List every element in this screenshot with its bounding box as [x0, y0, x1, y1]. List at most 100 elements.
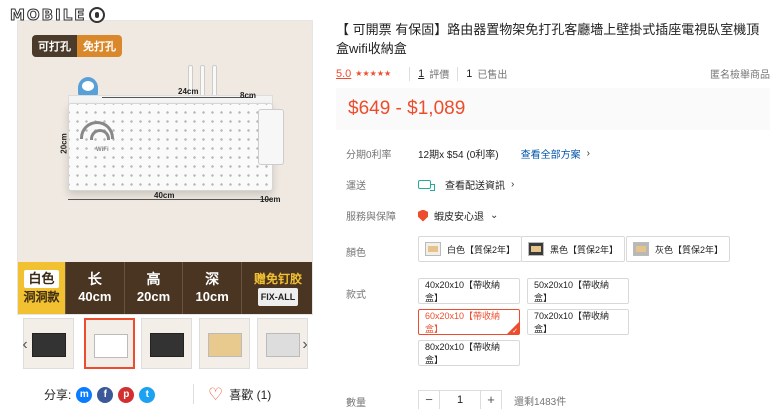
- shipping-value[interactable]: 查看配送資訊 ›: [418, 177, 514, 192]
- spec-value: 20cm: [136, 289, 171, 304]
- thumbnail-strip: ‹ ›: [17, 318, 313, 372]
- thumbnail-image: [266, 333, 300, 357]
- spec-label: 长: [87, 271, 102, 287]
- like-label: 喜歡 (1): [229, 388, 272, 402]
- product-meta: 5.0 ★★★★★ 1 評價 1 已售出 匿名檢舉商品: [336, 66, 770, 81]
- dim-side: 20cm: [59, 133, 69, 154]
- style-option-50[interactable]: 50x20x10【帶收納盒】: [527, 278, 629, 304]
- divider: [193, 384, 194, 404]
- wifi-label: WiFi: [96, 147, 109, 153]
- sold-count: 1: [466, 67, 473, 80]
- spec-gift: 赠免钉胶 FIX-ALL: [242, 262, 312, 314]
- swatch-thumbnail: [528, 242, 544, 256]
- quantity-stepper: − 1 + 還剩1483件: [418, 390, 566, 409]
- style-option-70[interactable]: 70x20x10【帶收納盒】: [527, 309, 629, 335]
- stock-remaining: 還剩1483件: [514, 396, 567, 408]
- option-label: 黑色【質保2年】: [550, 244, 619, 255]
- pinterest-icon[interactable]: p: [118, 386, 135, 403]
- quantity-decrease-button[interactable]: −: [418, 390, 440, 409]
- color-option-black[interactable]: 黑色【質保2年】: [521, 236, 626, 262]
- color-option-gray[interactable]: 灰色【質保2年】: [626, 236, 731, 262]
- swatch-thumbnail: [425, 242, 441, 256]
- dimension-line: [102, 97, 252, 98]
- spec-value: 10cm: [195, 289, 229, 304]
- installment-value: 12期x $54 (0利率) 查看全部方案 ›: [418, 146, 590, 161]
- dim-top: 24cm: [178, 87, 199, 96]
- shipping-info-link[interactable]: 查看配送資訊: [445, 177, 505, 192]
- thumbnail-image: [150, 333, 184, 357]
- spec-color: 白色 洞洞款: [18, 262, 66, 314]
- guarantee-label: 服務與保障: [346, 212, 396, 223]
- spec-value: 40cm: [78, 289, 112, 304]
- thumbnail-image: [32, 333, 66, 357]
- quantity-increase-button[interactable]: +: [480, 390, 502, 409]
- thumbnail[interactable]: [199, 318, 250, 369]
- chevron-right-icon: ›: [511, 179, 515, 190]
- chevron-right-icon: ›: [586, 148, 590, 159]
- shelf-cup: [258, 109, 284, 165]
- thumbnail[interactable]: [141, 318, 192, 369]
- spec-label: 赠免钉胶: [254, 272, 303, 286]
- tag-no-drill: 免打孔: [77, 35, 122, 57]
- share-row: 分享: m f p t: [44, 386, 156, 403]
- rating-value[interactable]: 5.0: [336, 68, 351, 80]
- like-button[interactable]: ♡ 喜歡 (1): [208, 386, 271, 403]
- thumbnail-selected[interactable]: [84, 318, 135, 369]
- dim-cup: 8cm: [240, 91, 257, 100]
- swatch-thumbnail: [633, 242, 649, 256]
- option-label: 灰色【質保2年】: [655, 244, 724, 255]
- spec-length: 长 40cm: [66, 262, 125, 314]
- color-option-white[interactable]: 白色【質保2年】: [418, 236, 523, 262]
- option-label: 白色【質保2年】: [447, 244, 516, 255]
- guarantee-value[interactable]: 蝦皮安心退 ⌄: [418, 208, 498, 223]
- quantity-label: 數量: [346, 398, 366, 409]
- guarantee-text: 蝦皮安心退: [434, 212, 484, 223]
- thumbnail-next-arrow-icon[interactable]: ›: [297, 335, 313, 355]
- spec-height: 高 20cm: [125, 262, 184, 314]
- truck-icon: [418, 180, 435, 191]
- mounting-tag: 可打孔 免打孔: [32, 35, 122, 57]
- dim-depth: 10cm: [260, 195, 281, 204]
- thumbnail-prev-arrow-icon[interactable]: ‹: [17, 335, 33, 355]
- installment-plans-link[interactable]: 查看全部方案: [521, 146, 581, 161]
- spec-label: 深: [205, 271, 220, 287]
- option-label: 40x20x10【帶收納盒】: [425, 280, 501, 303]
- style-option-80[interactable]: 80x20x10【帶收納盒】: [418, 340, 520, 366]
- main-product-image[interactable]: 可打孔 免打孔 WiFi 24cm 8cm 20cm 40cm 10cm 白色 …: [17, 20, 313, 315]
- report-link[interactable]: 匿名檢舉商品: [710, 66, 770, 81]
- divider: [457, 66, 459, 81]
- option-label: 60x20x10【帶收納盒】: [425, 311, 501, 334]
- quantity-input[interactable]: 1: [440, 390, 480, 409]
- spec-strip: 白色 洞洞款 长 40cm 高 20cm 深 10cm 赠免钉胶 FIX-ALL: [18, 262, 312, 314]
- heart-icon: ♡: [208, 384, 224, 404]
- installment-text: 12期x $54 (0利率): [418, 150, 499, 161]
- style-option-60-selected[interactable]: 60x20x10【帶收納盒】: [418, 309, 520, 335]
- thumbnail-image: [94, 334, 128, 358]
- watermark-text: MOBILE: [10, 6, 87, 25]
- shield-icon: [418, 209, 428, 222]
- installment-label: 分期0利率: [346, 150, 392, 161]
- thumbnail-image: [208, 333, 242, 357]
- option-label: 80x20x10【帶收納盒】: [425, 342, 501, 365]
- tag-drill: 可打孔: [32, 35, 77, 57]
- shipping-label: 運送: [346, 181, 366, 192]
- reviews-count[interactable]: 1: [418, 68, 424, 80]
- style-option-40[interactable]: 40x20x10【帶收納盒】: [418, 278, 520, 304]
- star-rating-icon: ★★★★★: [355, 69, 392, 78]
- style-label: 款式: [346, 290, 366, 301]
- mobile01-watermark: MOBILE: [10, 6, 105, 25]
- reviews-label: 評價: [429, 70, 450, 81]
- messenger-icon[interactable]: m: [76, 386, 93, 403]
- share-label: 分享:: [44, 388, 72, 402]
- spec-label: 高: [146, 271, 161, 287]
- price-box: $649 - $1,089: [336, 88, 770, 130]
- spec-value: 白色: [24, 270, 59, 288]
- twitter-icon[interactable]: t: [139, 386, 156, 403]
- facebook-icon[interactable]: f: [97, 386, 114, 403]
- spec-value: 洞洞款: [23, 290, 60, 304]
- spec-value: FIX-ALL: [257, 288, 299, 306]
- watermark-logo-icon: [88, 7, 105, 23]
- dim-bottom: 40cm: [154, 191, 175, 200]
- option-label: 50x20x10【帶收納盒】: [534, 280, 610, 303]
- product-title: 【 可開票 有保固】路由器置物架免打孔客廳墻上壁掛式插座電視臥室機頂盒wifi收…: [336, 22, 760, 56]
